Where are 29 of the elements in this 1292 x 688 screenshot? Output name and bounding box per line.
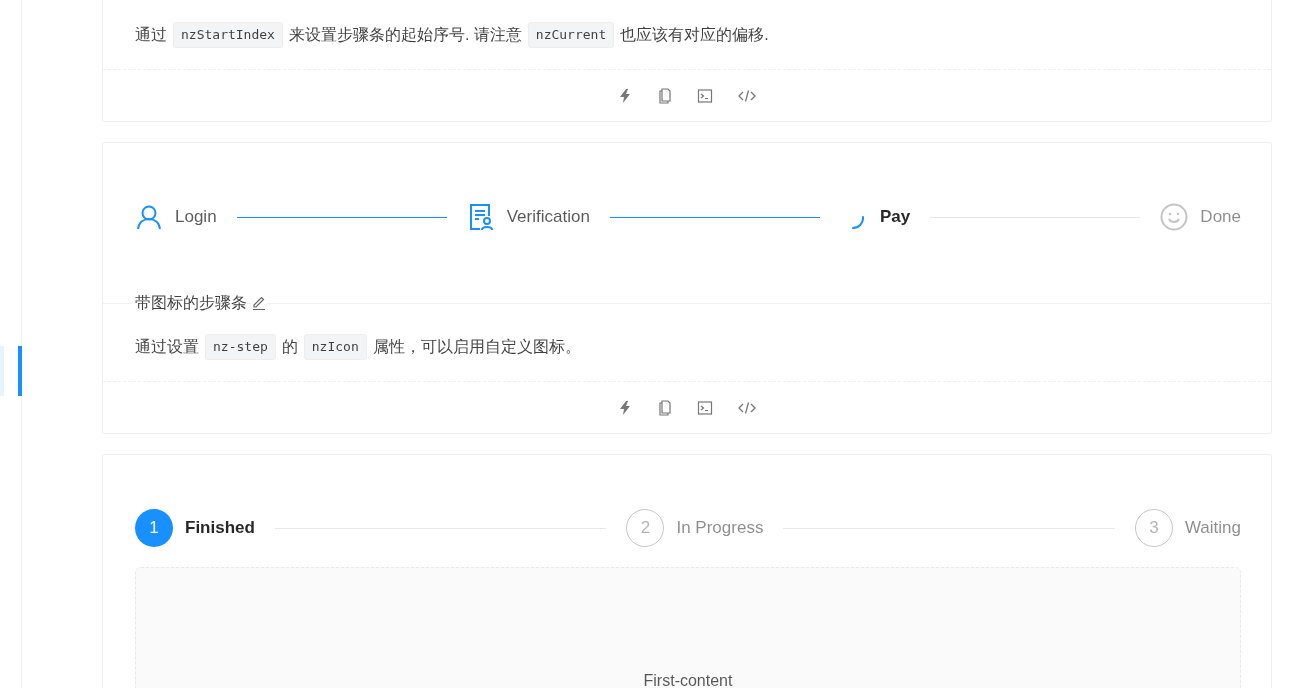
copy-icon[interactable] bbox=[657, 87, 673, 104]
step-title: Login bbox=[175, 207, 217, 227]
code-icon[interactable] bbox=[737, 87, 757, 104]
terminal-icon[interactable] bbox=[697, 399, 713, 416]
step-title: Done bbox=[1200, 207, 1241, 227]
description-text: 来设置步骤条的起始序号. 请注意 bbox=[288, 25, 522, 45]
terminal-icon[interactable] bbox=[697, 87, 713, 104]
code-tag: nzCurrent bbox=[527, 22, 615, 48]
description-text: 通过设置 bbox=[135, 337, 199, 357]
description-text: 通过 bbox=[135, 25, 167, 45]
content-text: First-content bbox=[643, 672, 733, 688]
lightning-icon[interactable] bbox=[617, 399, 633, 416]
description-text: 也应该有对应的偏移. bbox=[620, 25, 769, 45]
step-number: 1 bbox=[135, 509, 173, 547]
step-title: Pay bbox=[880, 207, 911, 227]
code-icon[interactable] bbox=[737, 399, 757, 416]
description-text: 属性，可以启用自定义图标。 bbox=[372, 337, 581, 357]
step-title: Verification bbox=[506, 207, 590, 227]
step-title: Finished bbox=[185, 518, 255, 538]
step-title: In Progress bbox=[676, 518, 764, 538]
copy-icon[interactable] bbox=[657, 399, 673, 416]
code-tag: nz-step bbox=[205, 334, 276, 360]
sidebar-active-indicator bbox=[18, 346, 22, 396]
section-title: 带图标的步骤条 bbox=[133, 292, 247, 314]
code-tag: nzStartIndex bbox=[173, 22, 283, 48]
code-tag: nzIcon bbox=[303, 334, 367, 360]
description-text: 的 bbox=[281, 337, 298, 357]
step-title: Waiting bbox=[1184, 518, 1241, 538]
lightning-icon[interactable] bbox=[617, 87, 633, 104]
